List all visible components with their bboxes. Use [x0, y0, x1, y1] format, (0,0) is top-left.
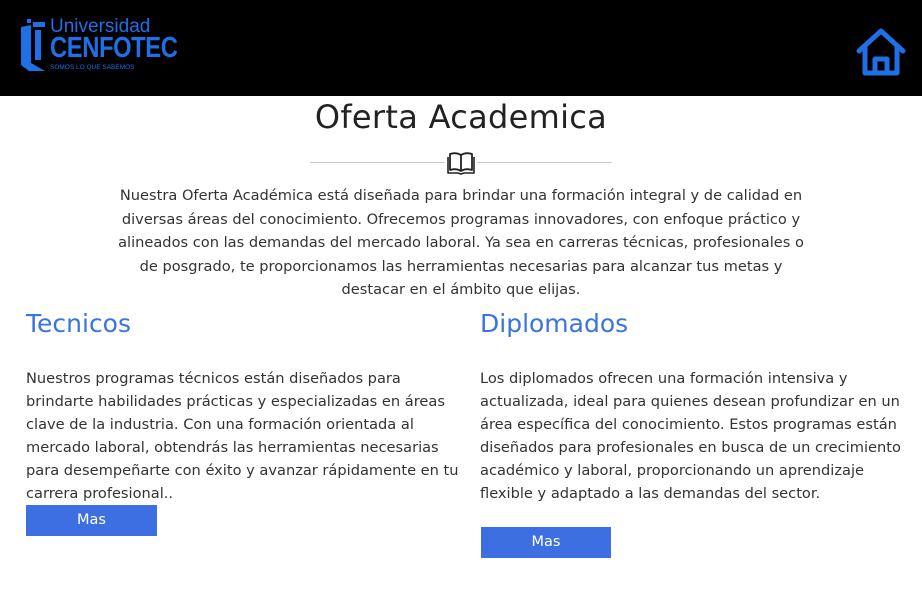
logo-text-cenfotec: CENFOTEC [50, 32, 178, 64]
logo-tagline: SOMOS LO QUE SABEMOS [50, 64, 135, 71]
cenfotec-logo-mark-icon [21, 19, 45, 71]
tecnicos-description: Nuestros programas técnicos están diseña… [26, 370, 459, 502]
diplomados-more-info-button[interactable]: Mas informacion [481, 527, 611, 581]
tecnicos-more-info-button[interactable]: Mas informacion [26, 505, 157, 559]
page-title: Oferta Academica [314, 98, 608, 136]
divider-left [310, 162, 445, 163]
tecnicos-heading: Tecnicos [26, 309, 132, 338]
intro-paragraph: Nuestra Oferta Académica está diseñada p… [118, 187, 804, 298]
divider-right [477, 162, 612, 163]
open-book-icon [447, 152, 475, 175]
diplomados-heading: Diplomados [480, 309, 629, 338]
diplomados-description: Los diplomados ofrecen una formación int… [480, 370, 901, 502]
navbar: Universidad CENFOTEC SOMOS LO QUE SABEMO… [0, 0, 922, 96]
home-button[interactable] [855, 27, 907, 77]
home-icon [856, 28, 906, 76]
cenfotec-logo[interactable]: Universidad CENFOTEC SOMOS LO QUE SABEMO… [19, 16, 178, 77]
